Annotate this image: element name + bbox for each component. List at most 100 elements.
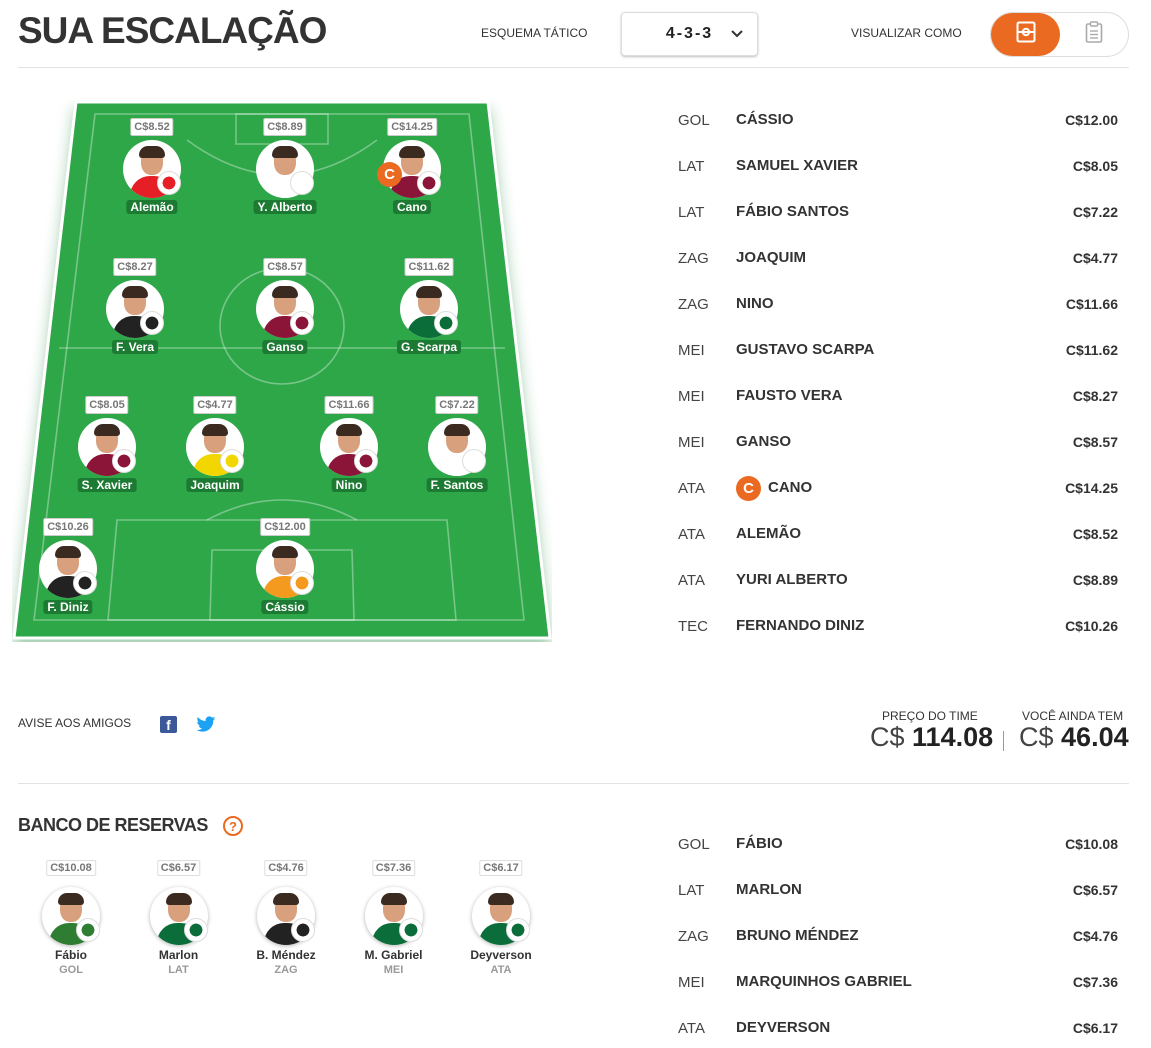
player-price: C$8.52 [130,118,174,136]
player-name: CANO [768,479,813,496]
player-price: C$7.22 [1072,204,1118,220]
field-player-card[interactable]: C$11.62 G. Scarpa [374,258,484,368]
player-price: C$6.17 [1072,1020,1118,1036]
player-name: DEYVERSON [736,1019,831,1036]
bench-title: BANCO DE RESERVAS [18,815,208,835]
player-price: C$14.25 [1065,480,1118,496]
formation-select[interactable]: 4-3-3 [621,12,758,56]
player-price: C$8.05 [1072,158,1118,174]
player-name: Ganso [262,340,308,354]
position-label: ZAG [678,928,709,945]
twitter-icon[interactable] [196,716,216,738]
bench-player-card[interactable]: C$6.17 Deyverson ATA [451,860,551,980]
lineup-row[interactable]: MEI MARQUINHOS GABRIEL C$7.36 [678,972,1118,994]
help-icon[interactable]: ? [223,816,243,836]
internacional-badge-icon [157,171,181,195]
position-label: MEI [678,342,705,359]
remaining-label: VOCÊ AINDA TEM [1022,709,1124,723]
position-label: MEI [678,388,705,405]
lineup-row[interactable]: ZAG BRUNO MÉNDEZ C$4.76 [678,926,1118,948]
lineup-row[interactable]: ATA ALEMÃO C$8.52 [678,524,1118,546]
position-label: MEI [383,964,404,976]
lineup-row[interactable]: ATA YURI ALBERTO C$8.89 [678,570,1118,592]
player-price: C$8.27 [113,258,157,276]
field-player-card[interactable]: C$8.57 Ganso [230,258,340,368]
facebook-icon[interactable]: f [160,716,177,733]
field-player-card[interactable]: C$7.22 F. Santos [402,396,512,506]
field-player-card[interactable]: C$8.52 Alemão [97,118,207,228]
player-name: Fábio [55,948,87,962]
player-price: C$4.76 [264,860,308,876]
list-view-button[interactable] [1059,13,1128,56]
lineup-row[interactable]: LAT FÁBIO SANTOS C$7.22 [678,202,1118,224]
field-view-button[interactable] [991,13,1060,56]
player-name: Joaquim [186,478,244,492]
position-label: ZAG [678,250,709,267]
field-player-card[interactable]: C$11.66 Nino [294,396,404,506]
position-label: ATA [678,572,705,589]
lineup-row[interactable]: GOL FÁBIO C$10.08 [678,834,1118,856]
player-name: G. Scarpa [396,340,462,354]
clipboard-icon [1085,21,1103,48]
field-player-card[interactable]: C$4.77 Joaquim [160,396,270,506]
lineup-row[interactable]: LAT MARLON C$6.57 [678,880,1118,902]
bench-player-card[interactable]: C$4.76 B. Méndez ZAG [236,860,336,980]
lineup-row[interactable]: MEI GANSO C$8.57 [678,432,1118,454]
field-player-card[interactable]: C$8.05 S. Xavier [52,396,162,506]
player-name: FÁBIO SANTOS [736,203,850,220]
player-price: C$6.57 [1072,882,1118,898]
player-name: FÁBIO [736,835,783,852]
lineup-row[interactable]: ZAG NINO C$11.66 [678,294,1118,316]
lineup-row[interactable]: ZAG JOAQUIM C$4.77 [678,248,1118,270]
player-name: GUSTAVO SCARPA [736,341,875,358]
player-price: C$11.62 [1065,342,1118,358]
lineup-row[interactable]: LAT SAMUEL XAVIER C$8.05 [678,156,1118,178]
player-price: C$11.66 [324,396,374,414]
player-price: C$8.27 [1072,388,1118,404]
field-player-card[interactable]: C$12.00 Cássio [230,518,340,628]
player-name: Nino [331,478,367,492]
player-price: C$4.77 [193,396,237,414]
player-name: S. Xavier [77,478,137,492]
player-name: Marlon [158,948,199,962]
position-label: ATA [678,526,705,543]
position-label: ATA [678,480,705,497]
bench-player-card[interactable]: C$7.36 M. Gabriel MEI [344,860,444,980]
america-mg-badge-icon [183,918,208,942]
corinthians-badge-icon [462,449,486,473]
player-name: M. Gabriel [364,948,423,962]
position-label: ZAG [678,296,709,313]
captain-badge: C [736,476,761,501]
field-player-card[interactable]: C$10.26 F. Diniz [13,518,123,628]
share-label: AVISE AOS AMIGOS [18,716,132,730]
remaining-value: C$ 46.04 [1019,722,1129,752]
field-player-card[interactable]: C$8.27 F. Vera [80,258,190,368]
lineup-row[interactable]: ATA C CANO C$14.25 [678,476,1118,501]
lineup-row[interactable]: TEC FERNANDO DINIZ C$10.26 [678,616,1118,638]
lineup-row[interactable]: ATA DEYVERSON C$6.17 [678,1018,1118,1040]
corinthians-badge-icon [290,571,314,595]
player-name: Y. Alberto [253,200,317,214]
fluminense-badge-icon [73,571,97,595]
lineup-row[interactable]: GOL CÁSSIO C$12.00 [678,110,1118,132]
player-price: C$10.08 [1065,836,1118,852]
player-name: MARLON [736,881,802,898]
player-price: C$8.89 [263,118,307,136]
player-price: C$8.05 [85,396,129,414]
player-price: C$10.08 [46,860,96,876]
position-label: ATA [490,964,512,976]
player-price: C$8.52 [1072,526,1118,542]
field-player-card[interactable]: C$8.89 Y. Alberto [230,118,340,228]
player-price: C$10.26 [43,518,93,536]
bench-player-card[interactable]: C$10.08 Fábio GOL [21,860,121,980]
player-price: C$12.00 [260,518,310,536]
bench-player-card[interactable]: C$6.57 Marlon LAT [129,860,229,980]
field-player-card[interactable]: C$14.25 Cano C [357,118,467,228]
lineup-row[interactable]: MEI GUSTAVO SCARPA C$11.62 [678,340,1118,362]
player-price: C$6.17 [479,860,523,876]
player-name: MARQUINHOS GABRIEL [736,973,912,990]
page-title: SUA ESCALAÇÃO [18,10,327,51]
position-label: GOL [678,836,710,853]
lineup-row[interactable]: MEI FAUSTO VERA C$8.27 [678,386,1118,408]
bench-divider [18,783,1129,784]
